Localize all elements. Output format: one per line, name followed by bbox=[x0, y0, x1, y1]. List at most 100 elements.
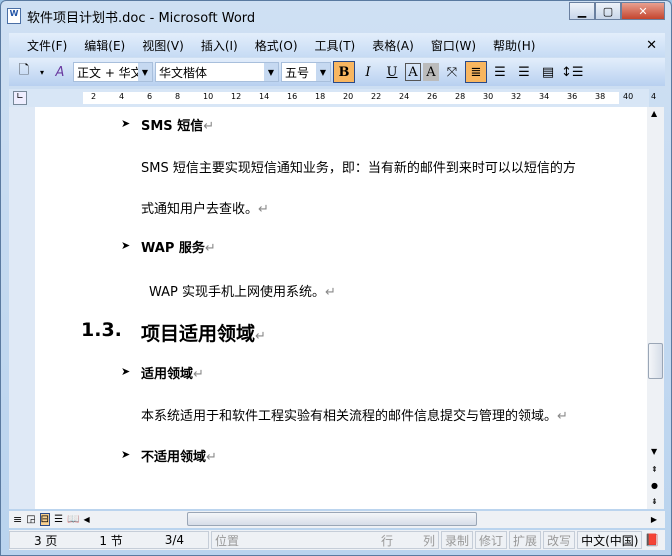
toolbar: 🗋 ▾ A 正文 + 华文 ▼ 华文楷体 ▼ 五号 ▼ B I U A A ⤧ ≣ ☰… bbox=[9, 58, 665, 86]
status-section: 1 节 bbox=[99, 533, 123, 548]
style-value: 正文 + 华文 bbox=[77, 65, 143, 80]
horizontal-scrollbar[interactable]: ≡ ◲ ⊟ ☰ 📖 ◀ ▶ bbox=[9, 511, 665, 528]
window-title: 软件项目计划书.doc - Microsoft Word bbox=[27, 10, 256, 26]
track-changes[interactable]: 修订 bbox=[475, 531, 508, 549]
ruler-tick-label: 6 bbox=[147, 92, 153, 101]
menu-view[interactable]: 视图(V) bbox=[142, 37, 184, 54]
font-size-value: 五号 bbox=[285, 65, 310, 80]
close-button[interactable]: ✕ bbox=[621, 2, 665, 20]
style-select[interactable]: 正文 + 华文 ▼ bbox=[73, 62, 153, 82]
line-spacing-icon[interactable]: ↕☰ bbox=[561, 61, 584, 83]
menu-edit[interactable]: 编辑(E) bbox=[84, 37, 125, 54]
document-page[interactable]: ➤ SMS 短信↵ SMS 短信主要实现短信通知业务，即：当有新的邮件到来时可以… bbox=[9, 107, 647, 509]
new-document-icon[interactable]: 🗋 bbox=[13, 61, 35, 83]
bullet-heading: SMS 短信↵ bbox=[141, 119, 215, 134]
ruler-tick-label: 4 bbox=[119, 92, 125, 101]
menu-window[interactable]: 窗口(W) bbox=[431, 37, 476, 54]
status-bar: 3 页 1 节 3/4 位置 行 列 录制 修订 扩展 改写 中文(中国) 📕 bbox=[9, 530, 665, 550]
ruler-tick-label: 8 bbox=[175, 92, 181, 101]
tab-selector-icon[interactable]: ∟ bbox=[13, 91, 27, 105]
ruler-tick-label: 28 bbox=[455, 92, 466, 101]
distributed-icon[interactable]: ▤ bbox=[537, 61, 559, 83]
extend-selection[interactable]: 扩展 bbox=[509, 531, 542, 549]
close-document-icon[interactable]: ✕ bbox=[646, 38, 657, 53]
position-info: 位置 行 列 bbox=[211, 531, 439, 549]
ruler-tick-label: 18 bbox=[315, 92, 326, 101]
language[interactable]: 中文(中国) bbox=[577, 531, 643, 549]
ruler-tick-label: 32 bbox=[511, 92, 522, 101]
scroll-down-icon[interactable]: ▼ bbox=[651, 447, 657, 456]
reading-view-icon[interactable]: 📖 bbox=[67, 514, 79, 525]
ruler-tick-label: 2 bbox=[91, 92, 97, 101]
ruler-tick-label: 38 bbox=[595, 92, 606, 101]
menu-format[interactable]: 格式(O) bbox=[255, 37, 298, 54]
ruler-tick-label: 12 bbox=[231, 92, 242, 101]
align-center-icon[interactable]: ☰ bbox=[489, 61, 511, 83]
spelling-status-icon[interactable]: 📕 bbox=[644, 533, 659, 547]
next-page-icon[interactable]: ⇟ bbox=[651, 497, 658, 506]
paragraph: 式通知用户去查收。↵ bbox=[141, 202, 269, 217]
font-value: 华文楷体 bbox=[159, 65, 208, 80]
paragraph: SMS 短信主要实现短信通知业务，即：当有新的邮件到来时可以以短信的方 bbox=[141, 161, 576, 176]
previous-page-icon[interactable]: ⇞ bbox=[651, 465, 658, 474]
ruler-tick-label: 30 bbox=[483, 92, 494, 101]
word-doc-icon: W bbox=[7, 8, 21, 24]
normal-view-icon[interactable]: ≡ bbox=[13, 513, 22, 526]
web-view-icon[interactable]: ◲ bbox=[26, 514, 35, 525]
vertical-scrollbar[interactable]: ▲ ▼ ⇞ ● ⇟ bbox=[647, 107, 664, 509]
ruler-tick-label: 14 bbox=[259, 92, 270, 101]
page-info: 3 页 1 节 3/4 bbox=[9, 531, 209, 549]
char-shading-button[interactable]: A bbox=[423, 63, 439, 81]
scroll-up-icon[interactable]: ▲ bbox=[651, 109, 657, 118]
bold-button[interactable]: B bbox=[333, 61, 355, 83]
menu-bar: 文件(F) 编辑(E) 视图(V) 插入(I) 格式(O) 工具(T) 表格(A… bbox=[9, 33, 665, 57]
select-browse-object-icon[interactable]: ● bbox=[651, 481, 658, 490]
record-macro[interactable]: 录制 bbox=[441, 531, 474, 549]
section-number: 1.3. bbox=[81, 319, 122, 341]
italic-button[interactable]: I bbox=[357, 61, 379, 83]
char-border-button[interactable]: A bbox=[405, 63, 421, 81]
bullet-heading: WAP 服务↵ bbox=[141, 241, 216, 256]
justify-button[interactable]: ≣ bbox=[465, 61, 487, 83]
menu-help[interactable]: 帮助(H) bbox=[493, 37, 535, 54]
font-size-select[interactable]: 五号 ▼ bbox=[281, 62, 331, 82]
menu-insert[interactable]: 插入(I) bbox=[201, 37, 238, 54]
ruler-tick-label: 4 bbox=[651, 92, 657, 101]
paragraph: WAP 实现手机上网使用系统。↵ bbox=[149, 285, 336, 300]
menu-tools[interactable]: 工具(T) bbox=[315, 37, 356, 54]
bullet-arrow-icon: ➤ bbox=[121, 239, 131, 252]
title-bar: W 软件项目计划书.doc - Microsoft Word bbox=[7, 6, 255, 26]
status-page: 3 页 bbox=[33, 533, 58, 548]
ruler-tick-label: 20 bbox=[343, 92, 354, 101]
horizontal-scroll-thumb[interactable] bbox=[187, 512, 477, 526]
bullet-arrow-icon: ➤ bbox=[121, 448, 131, 461]
chevron-down-icon: ▼ bbox=[138, 63, 152, 81]
menu-table[interactable]: 表格(A) bbox=[372, 37, 414, 54]
menu-file[interactable]: 文件(F) bbox=[27, 37, 67, 54]
chevron-down-icon: ▼ bbox=[264, 63, 278, 81]
scroll-left-icon[interactable]: ◀ bbox=[83, 515, 89, 524]
status-at: 位置 bbox=[215, 533, 240, 548]
underline-button[interactable]: U bbox=[381, 61, 403, 83]
font-select[interactable]: 华文楷体 ▼ bbox=[155, 62, 279, 82]
char-scale-icon[interactable]: ⤧ bbox=[441, 61, 463, 83]
ruler-tick-label: 16 bbox=[287, 92, 298, 101]
status-line: 行 bbox=[380, 533, 393, 548]
scroll-right-icon[interactable]: ▶ bbox=[651, 515, 657, 524]
styles-icon[interactable]: A bbox=[49, 61, 71, 83]
minimize-button[interactable]: ▁ bbox=[569, 2, 595, 20]
toolbar-options-icon[interactable]: ▾ bbox=[37, 61, 47, 83]
vertical-scroll-thumb[interactable] bbox=[648, 343, 663, 379]
ruler-tick-label: 10 bbox=[203, 92, 214, 101]
ruler[interactable]: ∟ 2 4 6 8 10 12 14 16 18 20 22 24 26 28 30 32 34 36 38 40 4 bbox=[9, 89, 656, 107]
outline-view-icon[interactable]: ☰ bbox=[54, 514, 63, 525]
align-right-icon[interactable]: ☰ bbox=[513, 61, 535, 83]
section-heading: 项目适用领域↵ bbox=[141, 323, 266, 345]
overtype[interactable]: 改写 bbox=[543, 531, 576, 549]
ruler-tick-label: 34 bbox=[539, 92, 550, 101]
print-view-icon[interactable]: ⊟ bbox=[39, 513, 51, 526]
ruler-tick-label: 36 bbox=[567, 92, 578, 101]
bullet-arrow-icon: ➤ bbox=[121, 117, 131, 130]
chevron-down-icon: ▼ bbox=[316, 63, 330, 81]
maximize-button[interactable]: ▢ bbox=[595, 2, 621, 20]
